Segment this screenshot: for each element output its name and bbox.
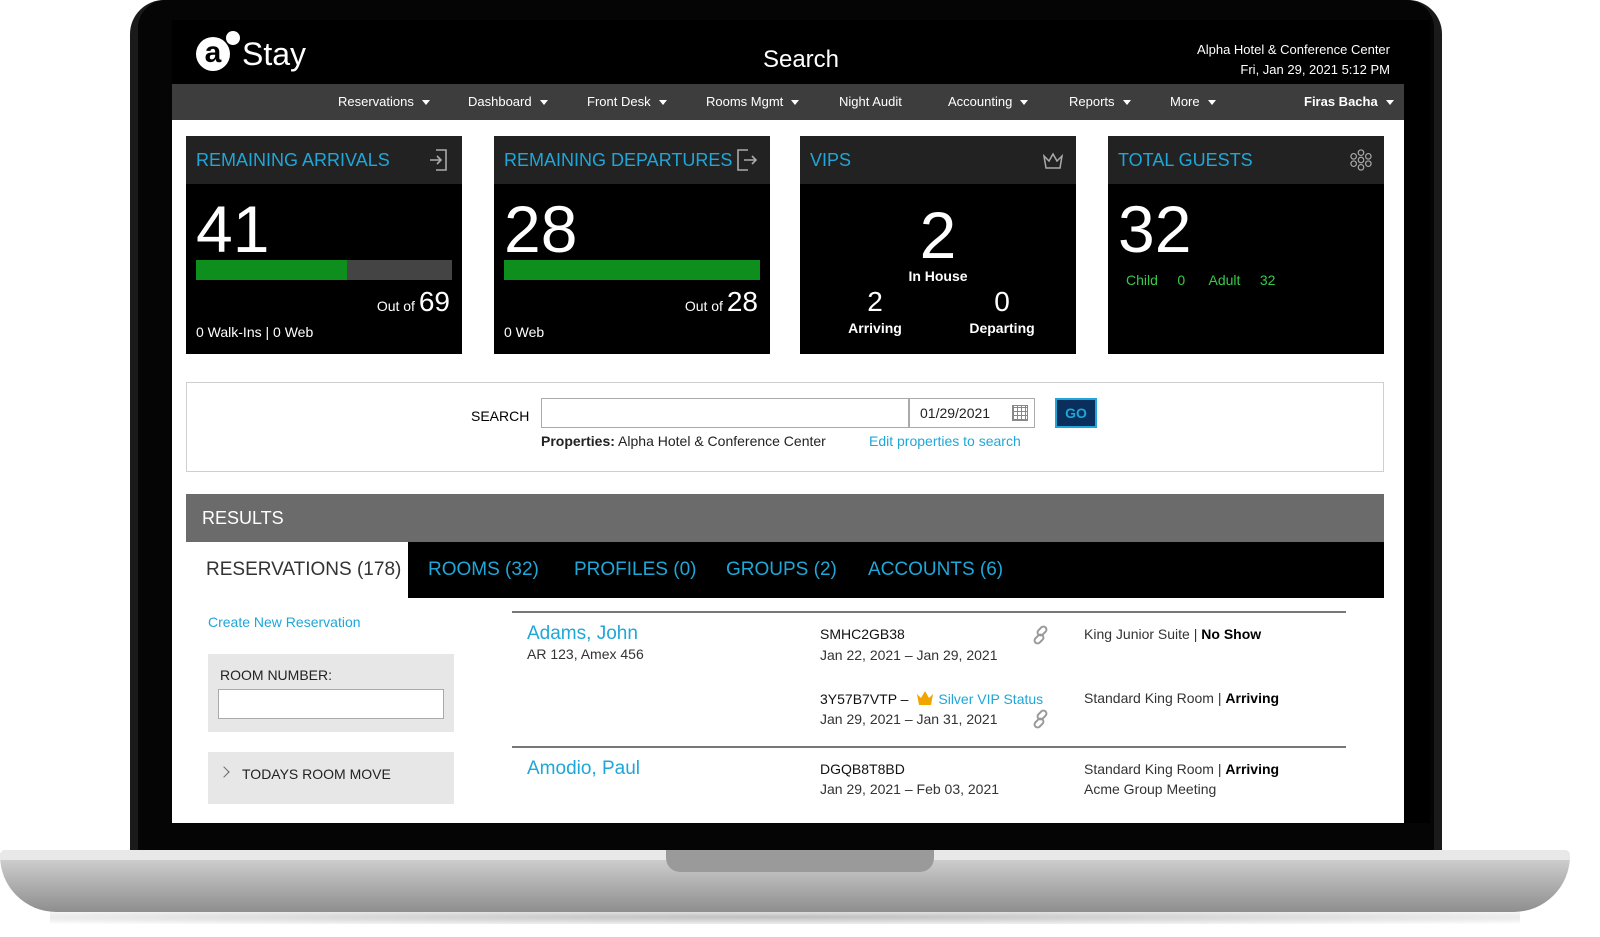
nav-reports[interactable]: Reports xyxy=(1069,84,1131,120)
departures-progress-fill xyxy=(504,260,760,280)
calendar-icon[interactable] xyxy=(1012,405,1028,421)
vips-departing-label: Departing xyxy=(969,320,1035,336)
main-content: REMAINING ARRIVALS 41 Out of 69 0 Walk-I… xyxy=(172,120,1404,823)
tab-groups[interactable]: GROUPS (2) xyxy=(726,542,837,598)
card-total-guests[interactable]: TOTAL GUESTS 32 Child 0 Adult 32 xyxy=(1108,136,1384,354)
nav-night-audit[interactable]: Night Audit xyxy=(839,84,902,120)
card-title: REMAINING DEPARTURES xyxy=(504,150,733,170)
nav-accounting[interactable]: Accounting xyxy=(948,84,1029,120)
laptop-notch xyxy=(666,850,934,872)
search-panel: SEARCH 01/29/2021 GO Properties: Alpha H… xyxy=(186,382,1384,472)
nav-more[interactable]: More xyxy=(1170,84,1216,120)
stay-dates: Jan 29, 2021 – Feb 03, 2021 xyxy=(820,781,1000,797)
chevron-down-icon xyxy=(539,100,548,106)
create-reservation-link[interactable]: Create New Reservation xyxy=(208,614,361,630)
crown-icon xyxy=(1042,152,1064,169)
room-move-panel[interactable]: TODAYS ROOM MOVE xyxy=(208,752,454,804)
row-divider xyxy=(512,611,1346,613)
vips-departing-count: 0 xyxy=(994,286,1010,317)
arrivals-out-of: Out of 69 xyxy=(376,286,450,317)
guest-sub: AR 123, Amex 456 xyxy=(527,646,644,662)
nav-front-desk[interactable]: Front Desk xyxy=(587,84,667,120)
arrivals-footer: 0 Walk-Ins | 0 Web xyxy=(196,324,314,340)
main-nav: Reservations Dashboard Front Desk Rooms … xyxy=(172,84,1404,120)
guest-name-link[interactable]: Amodio, Paul xyxy=(527,758,640,780)
nav-dashboard[interactable]: Dashboard xyxy=(468,84,548,120)
link-icon[interactable] xyxy=(1030,708,1052,730)
user-menu[interactable]: Firas Bacha xyxy=(1304,84,1394,120)
total-guests-count: 32 xyxy=(1118,192,1192,266)
results-header: RESULTS xyxy=(186,494,1384,542)
hotel-name: Alpha Hotel & Conference Center xyxy=(1197,42,1390,57)
vips-arriving-count: 2 xyxy=(867,286,883,317)
card-remaining-arrivals[interactable]: REMAINING ARRIVALS 41 Out of 69 0 Walk-I… xyxy=(186,136,462,354)
departures-count: 28 xyxy=(504,192,578,266)
room-type: Standard King Room | Arriving xyxy=(1084,761,1280,777)
tab-reservations[interactable]: RESERVATIONS (178) xyxy=(186,542,408,598)
app-screen: a Stay Search Alpha Hotel & Conference C… xyxy=(172,20,1430,823)
vips-in-house-count: 2 xyxy=(919,198,957,272)
card-title: TOTAL GUESTS xyxy=(1118,150,1253,170)
departures-footer: 0 Web xyxy=(504,324,545,340)
room-number-panel: ROOM NUMBER: xyxy=(208,654,454,732)
room-type: King Junior Suite | No Show xyxy=(1084,626,1262,642)
search-input[interactable] xyxy=(541,398,909,428)
sign-out-icon xyxy=(737,149,758,171)
vip-status: Silver VIP Status xyxy=(938,691,1044,707)
laptop-shadow xyxy=(50,910,1520,924)
arrivals-progress xyxy=(196,260,452,280)
chevron-right-icon xyxy=(218,766,230,778)
guest-name-link[interactable]: Adams, John xyxy=(527,623,638,645)
crown-icon xyxy=(917,691,934,705)
card-vips[interactable]: VIPS 2 In House 2 Arriving 0 Departing xyxy=(800,136,1076,354)
edit-properties-link[interactable]: Edit properties to search xyxy=(869,433,1021,449)
card-title: REMAINING ARRIVALS xyxy=(196,150,390,170)
nav-reservations[interactable]: Reservations xyxy=(338,84,430,120)
people-icon xyxy=(1350,149,1372,171)
tab-profiles[interactable]: PROFILES (0) xyxy=(574,542,696,598)
sign-in-icon xyxy=(430,149,447,171)
tab-rooms[interactable]: ROOMS (32) xyxy=(428,542,539,598)
search-label: SEARCH xyxy=(471,408,530,424)
row-divider xyxy=(512,746,1346,748)
group-name: Acme Group Meeting xyxy=(1084,781,1217,797)
room-number-label: ROOM NUMBER: xyxy=(220,667,332,683)
go-button[interactable]: GO xyxy=(1055,398,1097,428)
chevron-down-icon xyxy=(1020,100,1029,106)
properties-line: Properties: Alpha Hotel & Conference Cen… xyxy=(541,433,826,449)
current-datetime: Fri, Jan 29, 2021 5:12 PM xyxy=(1240,62,1390,77)
hotel-info: Alpha Hotel & Conference Center Fri, Jan… xyxy=(1197,40,1390,80)
room-number-input[interactable] xyxy=(218,689,444,719)
departures-progress xyxy=(504,260,760,280)
vips-in-house-label: In House xyxy=(908,268,968,284)
chevron-down-icon xyxy=(421,100,430,106)
date-field[interactable]: 01/29/2021 xyxy=(909,398,1035,428)
vips-arriving-label: Arriving xyxy=(848,320,902,336)
confirmation-number[interactable]: SMHC2GB38 xyxy=(820,626,905,642)
stay-dates: Jan 22, 2021 – Jan 29, 2021 xyxy=(820,647,998,663)
link-icon[interactable] xyxy=(1030,624,1052,646)
arrivals-progress-fill xyxy=(196,260,348,280)
chevron-down-icon xyxy=(1122,100,1131,106)
results-tabs: RESERVATIONS (178) ROOMS (32) PROFILES (… xyxy=(186,542,1384,598)
departures-out-of: Out of 28 xyxy=(684,286,758,317)
confirmation-number[interactable]: DGQB8T8BD xyxy=(820,761,905,777)
nav-rooms-mgmt[interactable]: Rooms Mgmt xyxy=(706,84,800,120)
arrivals-count: 41 xyxy=(196,192,270,266)
chevron-down-icon xyxy=(1207,100,1216,106)
guest-breakdown: Child 0 Adult 32 xyxy=(1126,272,1276,288)
card-title: VIPS xyxy=(810,150,852,170)
confirmation-number[interactable]: 3Y57B7VTP – Silver VIP Status xyxy=(820,690,1043,707)
chevron-down-icon xyxy=(658,100,667,106)
room-type: Standard King Room | Arriving xyxy=(1084,690,1280,706)
card-remaining-departures[interactable]: REMAINING DEPARTURES 28 Out of 28 0 Web xyxy=(494,136,770,354)
tab-accounts[interactable]: ACCOUNTS (6) xyxy=(868,542,1003,598)
room-move-label: TODAYS ROOM MOVE xyxy=(242,766,391,782)
stay-dates: Jan 29, 2021 – Jan 31, 2021 xyxy=(820,711,998,727)
chevron-down-icon xyxy=(1385,100,1394,106)
chevron-down-icon xyxy=(791,100,800,106)
